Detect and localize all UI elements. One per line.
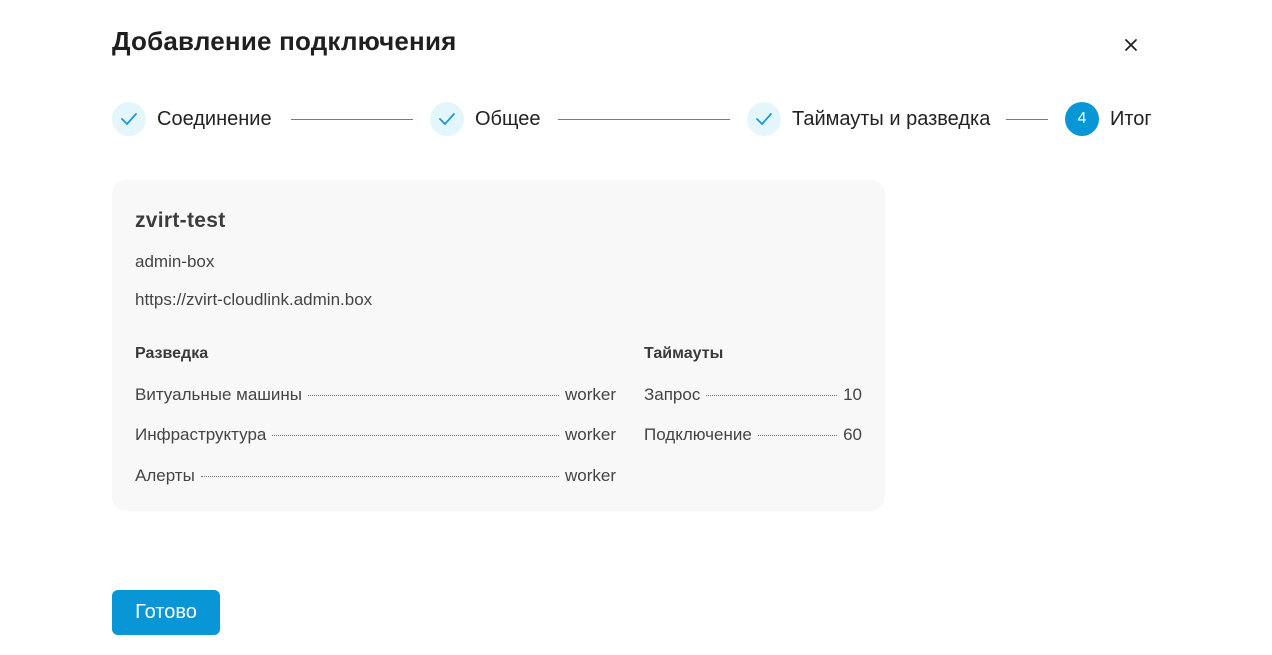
- step-connector: [291, 119, 413, 120]
- step-general[interactable]: Общее: [430, 102, 541, 136]
- close-icon: [1125, 39, 1137, 51]
- step-number-badge: 4: [1065, 102, 1099, 136]
- close-button[interactable]: [1119, 33, 1143, 57]
- dialog-title: Добавление подключения: [112, 26, 457, 56]
- step-label: Таймауты и разведка: [792, 107, 991, 130]
- step-connection[interactable]: Соединение: [112, 102, 272, 136]
- discovery-row: Витуальные машины worker: [135, 385, 616, 405]
- step-label: Итог: [1110, 107, 1152, 130]
- step-status-done: [430, 102, 464, 136]
- discovery-row-value: worker: [564, 425, 616, 444]
- discovery-row-value: worker: [564, 385, 616, 404]
- timeouts-row: Запрос 10: [644, 385, 862, 405]
- connection-name: zvirt-test: [135, 209, 226, 232]
- step-status-done: [112, 102, 146, 136]
- discovery-row-label: Инфраструктура: [135, 425, 267, 444]
- step-timeouts-discovery[interactable]: Таймауты и разведка: [747, 102, 990, 136]
- connection-url: https://zvirt-cloudlink.admin.box: [135, 290, 373, 309]
- step-label: Соединение: [157, 107, 272, 130]
- dotted-leader: [272, 435, 559, 436]
- step-connector: [558, 119, 730, 120]
- discovery-row-label: Алерты: [135, 466, 195, 485]
- check-icon: [121, 113, 137, 125]
- discovery-row-value: worker: [564, 466, 616, 485]
- discovery-row: Алерты worker: [135, 466, 616, 486]
- timeouts-row-value: 60: [843, 425, 862, 444]
- connection-host: admin-box: [135, 252, 215, 271]
- done-button[interactable]: Готово: [112, 590, 220, 635]
- discovery-row: Инфраструктура worker: [135, 425, 616, 445]
- timeouts-row: Подключение 60: [644, 425, 862, 445]
- timeouts-row-value: 10: [843, 385, 862, 404]
- discovery-section-title: Разведка: [135, 345, 209, 362]
- timeouts-section-title: Таймауты: [644, 345, 724, 362]
- timeouts-row-label: Подключение: [644, 425, 752, 444]
- step-connector: [1006, 119, 1048, 120]
- check-icon: [756, 113, 772, 125]
- stepper: Соединение Общее Таймауты и разведка 4 И…: [112, 102, 1162, 136]
- dotted-leader: [757, 435, 838, 436]
- dotted-leader: [200, 476, 559, 477]
- add-connection-dialog: Добавление подключения Соединение Общее: [0, 0, 1272, 655]
- dotted-leader: [308, 395, 559, 396]
- step-status-done: [747, 102, 781, 136]
- summary-card: zvirt-test admin-box https://zvirt-cloud…: [112, 180, 885, 511]
- discovery-row-label: Витуальные машины: [135, 385, 303, 404]
- step-label: Общее: [475, 107, 541, 130]
- timeouts-row-label: Запрос: [644, 385, 701, 404]
- check-icon: [439, 113, 455, 125]
- step-summary[interactable]: 4 Итог: [1065, 102, 1152, 136]
- dotted-leader: [706, 395, 838, 396]
